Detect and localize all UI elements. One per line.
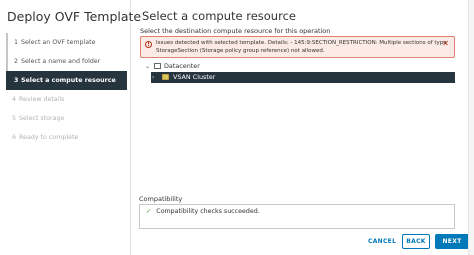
error-circle-icon: !	[145, 41, 152, 48]
step-select-compute-resource[interactable]: 3 Select a compute resource	[6, 71, 127, 90]
wizard-sidebar: Deploy OVF Template 1 Select an OVF temp…	[0, 0, 141, 255]
compatibility-box: ✓ Compatibility checks succeeded.	[139, 204, 455, 229]
chevron-down-icon[interactable]: ⌄	[145, 61, 150, 72]
page-subtitle: Select the destination compute resource …	[140, 27, 331, 35]
chevron-right-icon[interactable]: ›	[152, 72, 154, 83]
alert-message: Issues detected with selected template. …	[156, 40, 447, 54]
datacenter-icon	[154, 63, 161, 69]
step-review-details: 4 Review details	[6, 90, 127, 109]
step-ready-to-complete: 6 Ready to complete	[6, 128, 127, 147]
main-panel: Select a compute resource Select the des…	[131, 0, 469, 255]
tree-item-label: Datacenter	[164, 62, 200, 70]
tree-item-label: VSAN Cluster	[173, 73, 216, 81]
step-number: 4	[12, 96, 17, 103]
wizard-steps: 1 Select an OVF template 2 Select a name…	[6, 33, 127, 147]
step-label: Review details	[19, 96, 65, 103]
step-number: 6	[12, 134, 17, 141]
step-label: Select a compute resource	[21, 77, 116, 84]
next-button[interactable]: NEXT	[435, 234, 469, 249]
tree-item-datacenter[interactable]: ⌄ Datacenter	[143, 61, 455, 72]
step-number: 1	[14, 39, 19, 46]
window-edge	[468, 0, 474, 255]
tree-item-vsan-cluster[interactable]: › VSAN Cluster	[151, 72, 455, 83]
cancel-button[interactable]: CANCEL	[367, 234, 396, 249]
back-button[interactable]: BACK	[402, 234, 430, 249]
check-icon: ✓	[146, 208, 152, 215]
step-label: Select an OVF template	[21, 39, 96, 46]
step-number: 2	[14, 58, 19, 65]
compute-resource-tree: ⌄ Datacenter › VSAN Cluster	[143, 61, 455, 83]
step-select-name-folder[interactable]: 2 Select a name and folder	[6, 52, 127, 71]
step-label: Ready to complete	[19, 134, 79, 141]
step-select-ovf-template[interactable]: 1 Select an OVF template	[6, 33, 127, 52]
wizard-title: Deploy OVF Template	[7, 9, 142, 24]
step-select-storage: 5 Select storage	[6, 109, 127, 128]
step-label: Select storage	[19, 115, 65, 122]
page-title: Select a compute resource	[142, 9, 296, 23]
step-label: Select a name and folder	[21, 58, 101, 65]
error-alert: ! Issues detected with selected template…	[140, 36, 455, 58]
alert-close-icon[interactable]: ✕	[442, 39, 449, 48]
cluster-icon	[162, 74, 169, 80]
step-number: 3	[14, 77, 19, 84]
compatibility-message: Compatibility checks succeeded.	[156, 208, 260, 215]
compatibility-label: Compatibility	[139, 195, 183, 203]
step-number: 5	[12, 115, 17, 122]
compatibility-status: ✓ Compatibility checks succeeded.	[146, 208, 260, 216]
